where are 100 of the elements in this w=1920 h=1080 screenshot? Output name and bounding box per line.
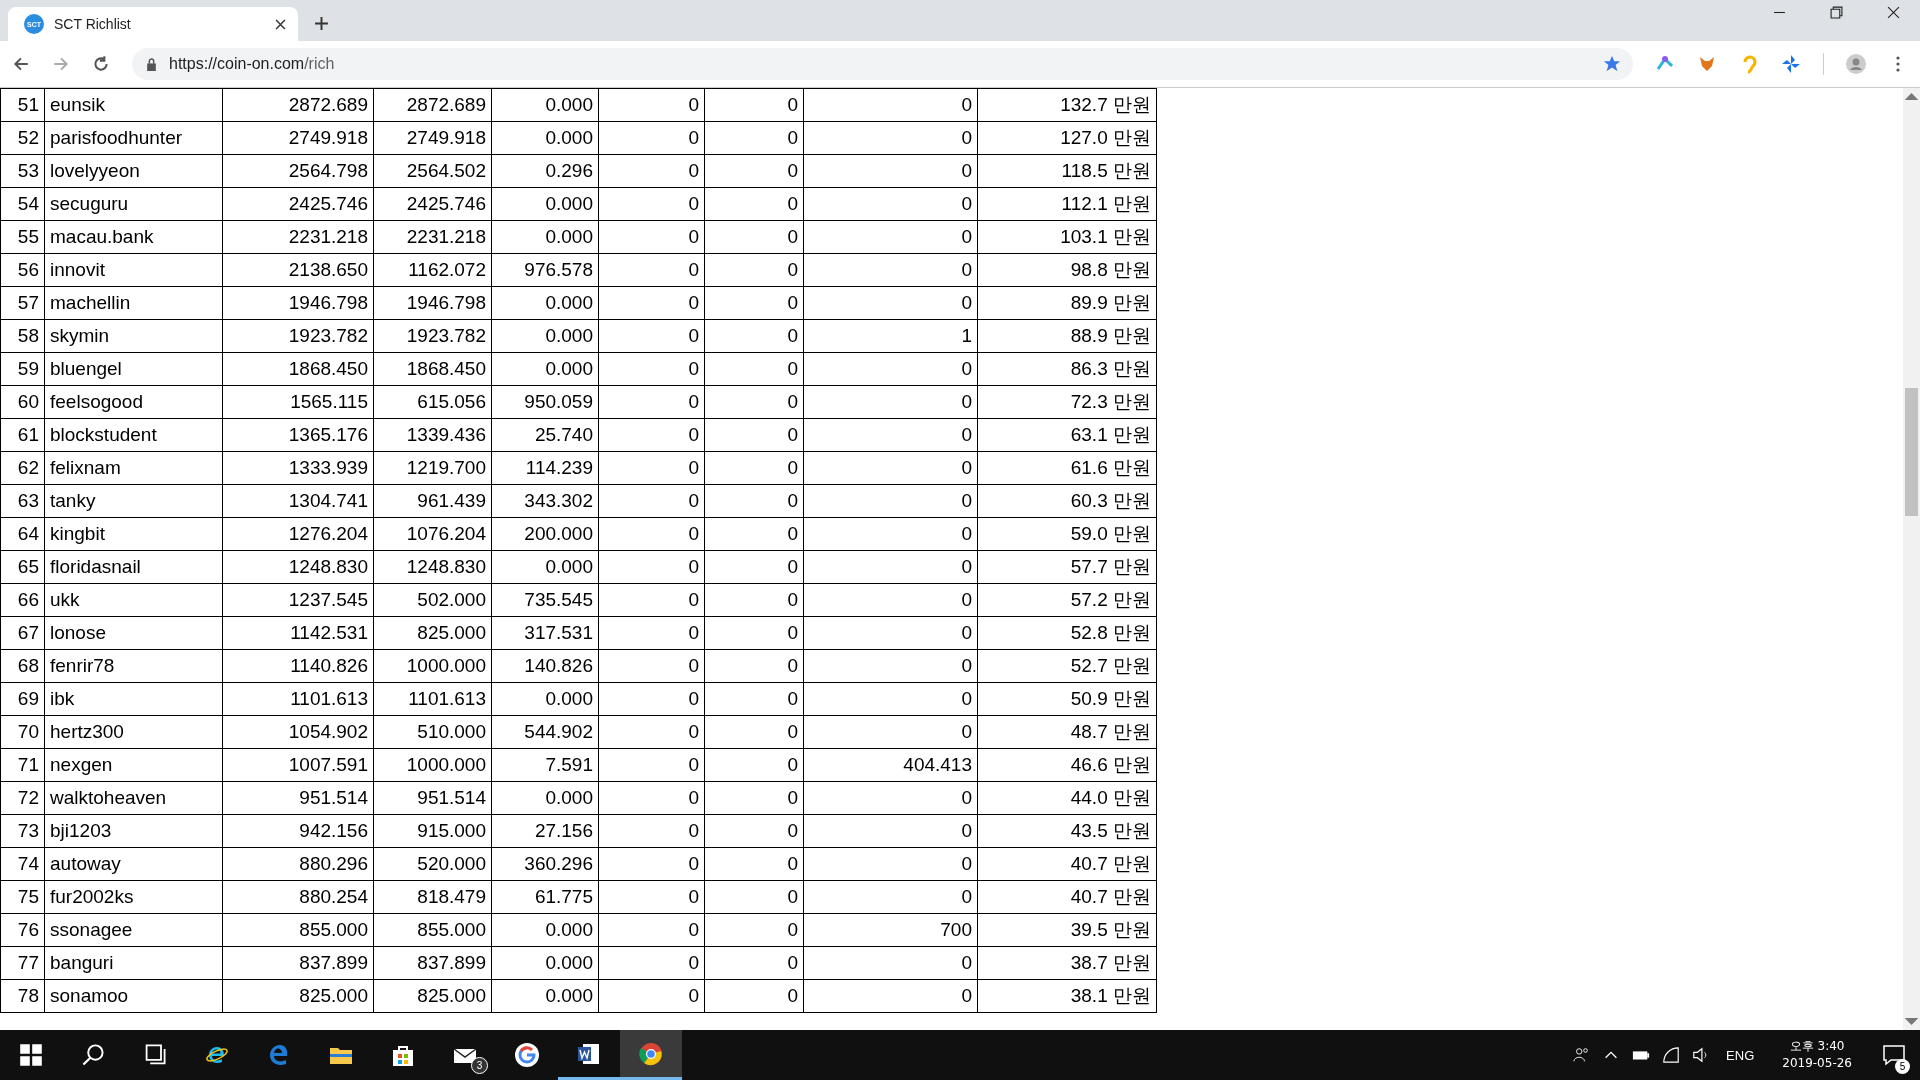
restore-icon[interactable] [1830,6,1843,19]
back-icon[interactable] [12,55,30,73]
value-cell: 52.8 만원 [977,616,1157,650]
column-7-cell: 0 [704,319,804,353]
google-g-icon[interactable] [515,1043,539,1067]
name-cell: bluengel [44,352,223,386]
total-cell: 825.000 [222,979,374,1013]
name-cell: bji1203 [44,814,223,848]
name-cell: autoway [44,847,223,881]
balance-cell: 615.056 [373,385,492,419]
profile-avatar-icon[interactable] [1846,54,1866,74]
column-6-cell: 0 [598,451,705,485]
column-7-cell: 0 [704,385,804,419]
staked-cell: 0.000 [491,781,599,815]
value-cell: 57.7 만원 [977,550,1157,584]
notification-badge: 5 [1895,1059,1910,1074]
tab-title: SCT Richlist [54,16,132,32]
value-cell: 52.7 만원 [977,649,1157,683]
input-language[interactable]: ENG [1726,1047,1755,1063]
column-6-cell: 0 [598,385,705,419]
staked-cell: 140.826 [491,649,599,683]
balance-cell: 1000.000 [373,748,492,782]
column-7-cell: 0 [704,286,804,320]
value-cell: 39.5 만원 [977,913,1157,947]
column-6-cell: 0 [598,616,705,650]
column-8-cell: 0 [803,517,978,551]
rank-cell: 67 [0,616,45,650]
mail-badge: 3 [471,1057,488,1074]
balance-cell: 2872.689 [373,88,492,122]
name-cell: hertz300 [44,715,223,749]
staked-cell: 7.591 [491,748,599,782]
balance-cell: 825.000 [373,616,492,650]
column-8-cell: 0 [803,253,978,287]
fox-icon[interactable] [1697,54,1717,74]
staked-cell: 0.000 [491,352,599,386]
clock[interactable]: 오후 3:40 2019-05-26 [1768,1030,1866,1080]
name-cell: macau.bank [44,220,223,254]
column-6-cell: 0 [598,682,705,716]
column-8-cell: 0 [803,946,978,980]
column-6-cell: 0 [598,187,705,221]
close-icon[interactable] [275,18,286,30]
balance-cell: 1339.436 [373,418,492,452]
new-tab-icon[interactable] [314,16,329,31]
task-view-icon[interactable] [143,1043,167,1067]
chrome-icon [639,1041,663,1066]
column-7-cell: 0 [704,484,804,518]
staked-cell: 0.000 [491,913,599,947]
address-bar[interactable]: https://coin-on.com/rich [132,48,1633,80]
staked-cell: 0.000 [491,220,599,254]
chrome-taskbar-button[interactable] [620,1030,682,1080]
reload-icon[interactable] [92,55,110,73]
name-cell: tanky [44,484,223,518]
bookmark-star-icon[interactable] [1603,55,1621,73]
column-8-cell: 0 [803,682,978,716]
rank-cell: 54 [0,187,45,221]
column-7-cell: 0 [704,748,804,782]
column-7-cell: 0 [704,253,804,287]
value-cell: 43.5 만원 [977,814,1157,848]
staked-cell: 735.545 [491,583,599,617]
column-6-cell: 0 [598,649,705,683]
column-8-cell: 0 [803,715,978,749]
rank-cell: 63 [0,484,45,518]
staked-cell: 0.000 [491,121,599,155]
scroll-thumb[interactable] [1905,388,1918,516]
staked-cell: 25.740 [491,418,599,452]
rank-cell: 71 [0,748,45,782]
column-8-cell: 0 [803,550,978,584]
scrollbar[interactable] [1903,88,1920,1030]
rank-cell: 70 [0,715,45,749]
total-cell: 2749.918 [222,121,374,155]
column-7-cell: 0 [704,814,804,848]
balance-cell: 520.000 [373,847,492,881]
name-cell: feelsogood [44,385,223,419]
windows-start-icon[interactable] [19,1043,43,1067]
rank-cell: 73 [0,814,45,848]
column-8-cell: 0 [803,418,978,452]
column-7-cell: 0 [704,550,804,584]
close-icon[interactable] [1887,6,1900,19]
value-cell: 46.6 만원 [977,748,1157,782]
value-cell: 61.6 만원 [977,451,1157,485]
value-cell: 38.1 만원 [977,979,1157,1013]
staked-cell: 360.296 [491,847,599,881]
column-8-cell: 0 [803,649,978,683]
rank-cell: 56 [0,253,45,287]
value-cell: 57.2 만원 [977,583,1157,617]
column-7-cell: 0 [704,682,804,716]
pinwheel-icon[interactable] [1781,54,1801,74]
balance-cell: 825.000 [373,979,492,1013]
total-cell: 1565.115 [222,385,374,419]
search-icon[interactable] [81,1043,105,1067]
value-cell: 86.3 만원 [977,352,1157,386]
column-8-cell: 0 [803,286,978,320]
column-6-cell: 0 [598,352,705,386]
store-bag-icon[interactable] [391,1043,415,1067]
name-cell: skymin [44,319,223,353]
rank-cell: 51 [0,88,45,122]
people-icon[interactable] [1572,1046,1591,1064]
column-8-cell: 0 [803,979,978,1013]
staked-cell: 0.000 [491,319,599,353]
total-cell: 880.296 [222,847,374,881]
